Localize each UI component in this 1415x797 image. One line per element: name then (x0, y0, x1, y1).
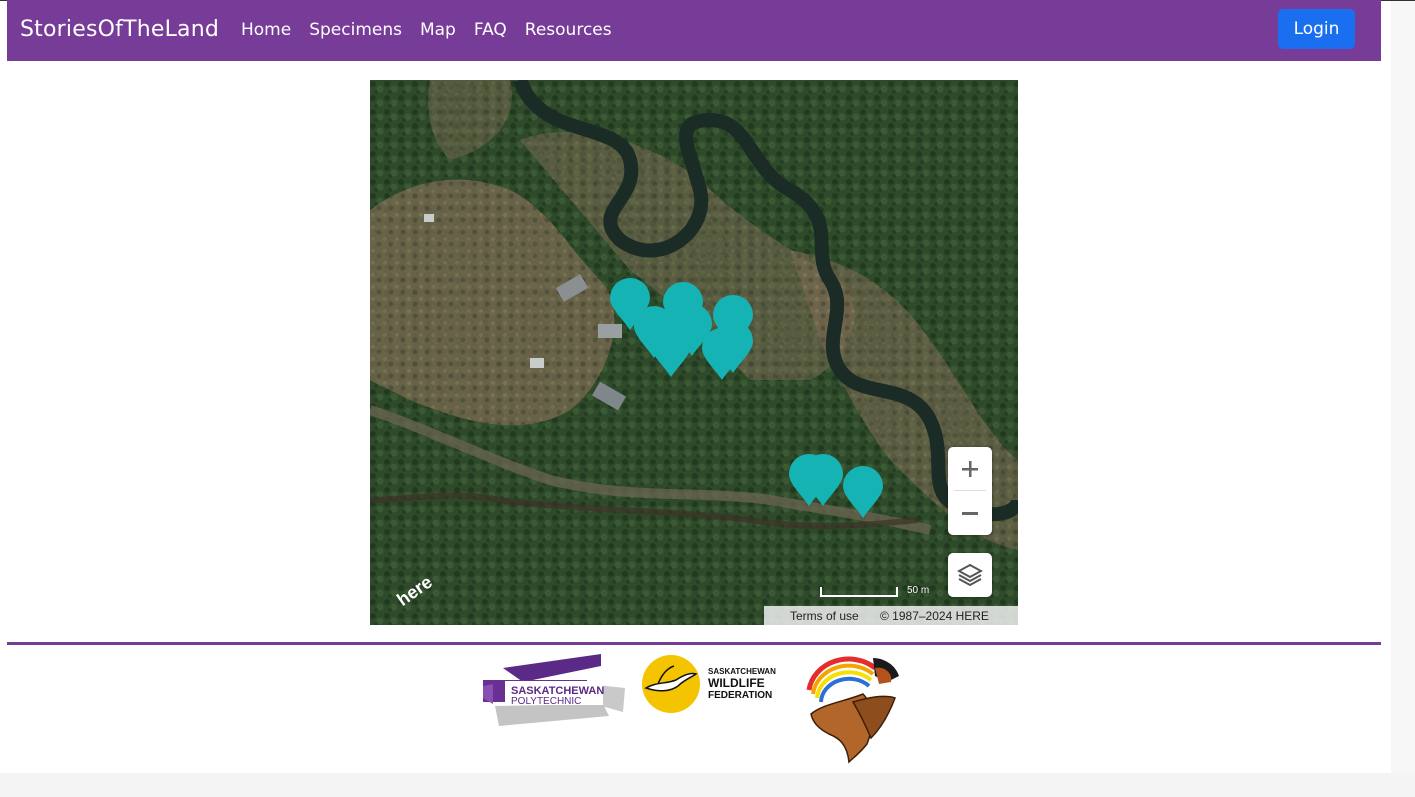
map-attribution: Terms of use © 1987–2024 HERE (764, 606, 1018, 625)
zoom-control (948, 447, 992, 535)
scale-bar (820, 587, 898, 597)
logo-text-line2: WILDLIFE (708, 676, 765, 690)
map-view[interactable]: 50 m here Terms of use © 1987–2024 HERE (370, 80, 1018, 625)
map-marker[interactable] (651, 325, 691, 377)
terms-of-use-link[interactable]: Terms of use (790, 609, 859, 623)
map-marker[interactable] (803, 454, 843, 506)
plus-icon (962, 461, 978, 477)
sask-polytechnic-logo[interactable]: SASKATCHEWAN POLYTECHNIC (483, 654, 627, 728)
nav-resources[interactable]: Resources (525, 20, 612, 40)
nav-home[interactable]: Home (241, 20, 291, 40)
copyright-text: © 1987–2024 HERE (880, 609, 989, 623)
nav-map[interactable]: Map (420, 20, 456, 40)
logo-text-line2: POLYTECHNIC (511, 696, 581, 707)
eagle-logo[interactable] (803, 654, 903, 764)
zoom-in-button[interactable] (948, 447, 992, 491)
logo-text-line3: FEDERATION (708, 690, 772, 701)
scrollbar-track[interactable] (1391, 1, 1415, 773)
logo-text-line1: SASKATCHEWAN (708, 667, 776, 676)
layers-icon (957, 563, 983, 587)
nav-specimens[interactable]: Specimens (309, 20, 402, 40)
nav-faq[interactable]: FAQ (474, 20, 507, 40)
minus-icon (962, 512, 978, 515)
footer-divider (7, 642, 1381, 645)
layers-button[interactable] (948, 553, 992, 597)
nav-links: Home Specimens Map FAQ Resources (241, 20, 630, 40)
navbar: StoriesOfTheLand Home Specimens Map FAQ … (7, 0, 1381, 61)
map-marker[interactable] (843, 466, 883, 518)
here-logo-text: here (393, 572, 436, 606)
sask-wildlife-federation-logo[interactable]: SASKATCHEWAN WILDLIFE FEDERATION (642, 654, 788, 714)
zoom-out-button[interactable] (948, 491, 992, 535)
brand-link[interactable]: StoriesOfTheLand (20, 17, 219, 42)
login-button[interactable]: Login (1278, 9, 1355, 49)
here-logo: here (393, 572, 436, 606)
map-marker[interactable] (702, 328, 742, 380)
scale-label: 50 m (907, 585, 930, 596)
